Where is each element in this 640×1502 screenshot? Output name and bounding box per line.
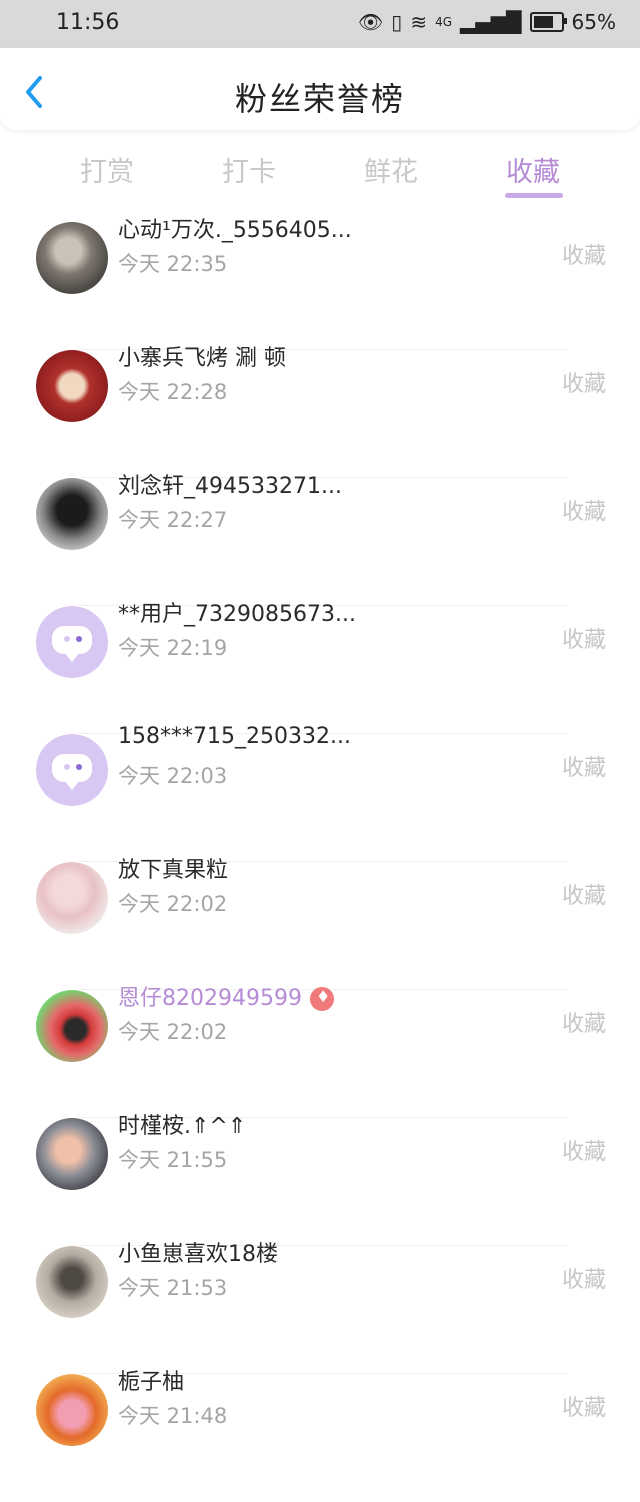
favorite-action[interactable]: 收藏 bbox=[562, 494, 606, 526]
timestamp: 今天 22:27 bbox=[118, 508, 228, 532]
page-title: 粉丝荣誉榜 bbox=[234, 80, 405, 118]
list-item[interactable]: 158***715_250332... 今天 22:03 收藏 bbox=[0, 724, 640, 862]
tab-favorites[interactable]: 收藏 bbox=[473, 150, 593, 189]
avatar[interactable] bbox=[36, 1246, 108, 1318]
timestamp: 今天 21:53 bbox=[118, 1276, 228, 1300]
chat-bubble-icon bbox=[52, 754, 92, 790]
timestamp: 今天 22:28 bbox=[118, 380, 228, 404]
avatar[interactable] bbox=[36, 734, 108, 806]
avatar[interactable] bbox=[36, 990, 108, 1062]
favorite-action[interactable]: 收藏 bbox=[562, 1262, 606, 1294]
timestamp: 今天 22:02 bbox=[118, 892, 228, 916]
user-name: 恩仔8202949599 bbox=[118, 980, 334, 1012]
avatar[interactable] bbox=[36, 1118, 108, 1190]
cell-signal-icon: ▂▄▆█ bbox=[460, 10, 522, 34]
tab-checkin[interactable]: 打卡 bbox=[189, 150, 309, 189]
avatar[interactable] bbox=[36, 1374, 108, 1446]
list-item[interactable]: 小寨兵飞烤 涮 顿 今天 22:28 收藏 bbox=[0, 346, 640, 478]
vip-diamond-icon bbox=[309, 987, 334, 1011]
timestamp: 今天 22:02 bbox=[118, 1020, 228, 1044]
timestamp: 今天 21:48 bbox=[118, 1404, 228, 1428]
user-name: 时槿桉.⇑^⇑ bbox=[118, 1114, 247, 1139]
favorite-action[interactable]: 收藏 bbox=[562, 238, 606, 270]
favorite-action[interactable]: 收藏 bbox=[562, 750, 606, 782]
avatar[interactable] bbox=[36, 862, 108, 934]
timestamp: 今天 22:35 bbox=[118, 252, 228, 276]
list-item[interactable]: 时槿桉.⇑^⇑ 今天 21:55 收藏 bbox=[0, 1114, 640, 1246]
status-icons: 👁 ▯ ≋ 4G ▂▄▆█ 65% bbox=[358, 10, 616, 34]
user-name: 心动¹万次._5556405... bbox=[118, 218, 352, 243]
tab-tip[interactable]: 打赏 bbox=[47, 150, 167, 189]
user-name: 放下真果粒 bbox=[118, 858, 229, 883]
status-bar: 11:56 👁 ▯ ≋ 4G ▂▄▆█ 65% bbox=[0, 0, 640, 48]
timestamp: 今天 21:55 bbox=[118, 1148, 228, 1172]
top-header: 粉丝荣誉榜 bbox=[0, 48, 640, 130]
tab-flowers[interactable]: 鲜花 bbox=[331, 150, 451, 189]
user-name: 刘念轩_494533271... bbox=[118, 474, 342, 499]
timestamp: 今天 22:03 bbox=[118, 764, 228, 788]
user-name: 小鱼崽喜欢18楼 bbox=[118, 1242, 278, 1267]
user-name: 158***715_250332... bbox=[118, 724, 351, 749]
user-name: 小寨兵飞烤 涮 顿 bbox=[118, 346, 286, 371]
list-item[interactable]: 放下真果粒 今天 22:02 收藏 bbox=[0, 858, 640, 990]
eye-icon: 👁 bbox=[357, 10, 384, 34]
battery-icon bbox=[529, 12, 567, 32]
favorite-action[interactable]: 收藏 bbox=[562, 1134, 606, 1166]
favorite-action[interactable]: 收藏 bbox=[562, 622, 606, 654]
favorite-action[interactable]: 收藏 bbox=[562, 366, 606, 398]
avatar[interactable] bbox=[36, 350, 108, 422]
vibrate-icon: ▯ bbox=[391, 10, 403, 34]
favorite-action[interactable]: 收藏 bbox=[562, 1390, 606, 1422]
user-name: 栀子柚 bbox=[118, 1370, 185, 1395]
status-time: 11:56 bbox=[56, 10, 120, 35]
list-item[interactable]: 恩仔8202949599 今天 22:02 收藏 bbox=[0, 986, 640, 1118]
timestamp: 今天 22:19 bbox=[118, 636, 228, 660]
active-tab-indicator bbox=[505, 193, 563, 198]
tab-bar: 打赏 打卡 鲜花 收藏 bbox=[0, 140, 640, 210]
favorite-action[interactable]: 收藏 bbox=[562, 878, 606, 910]
list-item[interactable]: 栀子柚 今天 21:48 收藏 bbox=[0, 1370, 640, 1502]
list-item[interactable]: **用户_7329085673... 今天 22:19 收藏 bbox=[0, 602, 640, 734]
chat-bubble-icon bbox=[52, 626, 92, 662]
avatar[interactable] bbox=[36, 478, 108, 550]
list-item[interactable]: 心动¹万次._5556405... 今天 22:35 收藏 bbox=[0, 218, 640, 350]
list-item[interactable]: 刘念轩_494533271... 今天 22:27 收藏 bbox=[0, 474, 640, 606]
avatar[interactable] bbox=[36, 606, 108, 678]
user-name-text: 恩仔8202949599 bbox=[118, 986, 302, 1011]
signal-label: 4G bbox=[435, 15, 453, 29]
avatar[interactable] bbox=[36, 222, 108, 294]
list-item[interactable]: 小鱼崽喜欢18楼 今天 21:53 收藏 bbox=[0, 1242, 640, 1374]
battery-percent: 65% bbox=[571, 10, 616, 34]
wifi-icon: ≋ bbox=[410, 10, 428, 34]
favorite-action[interactable]: 收藏 bbox=[562, 1006, 606, 1038]
user-name: **用户_7329085673... bbox=[118, 602, 356, 627]
